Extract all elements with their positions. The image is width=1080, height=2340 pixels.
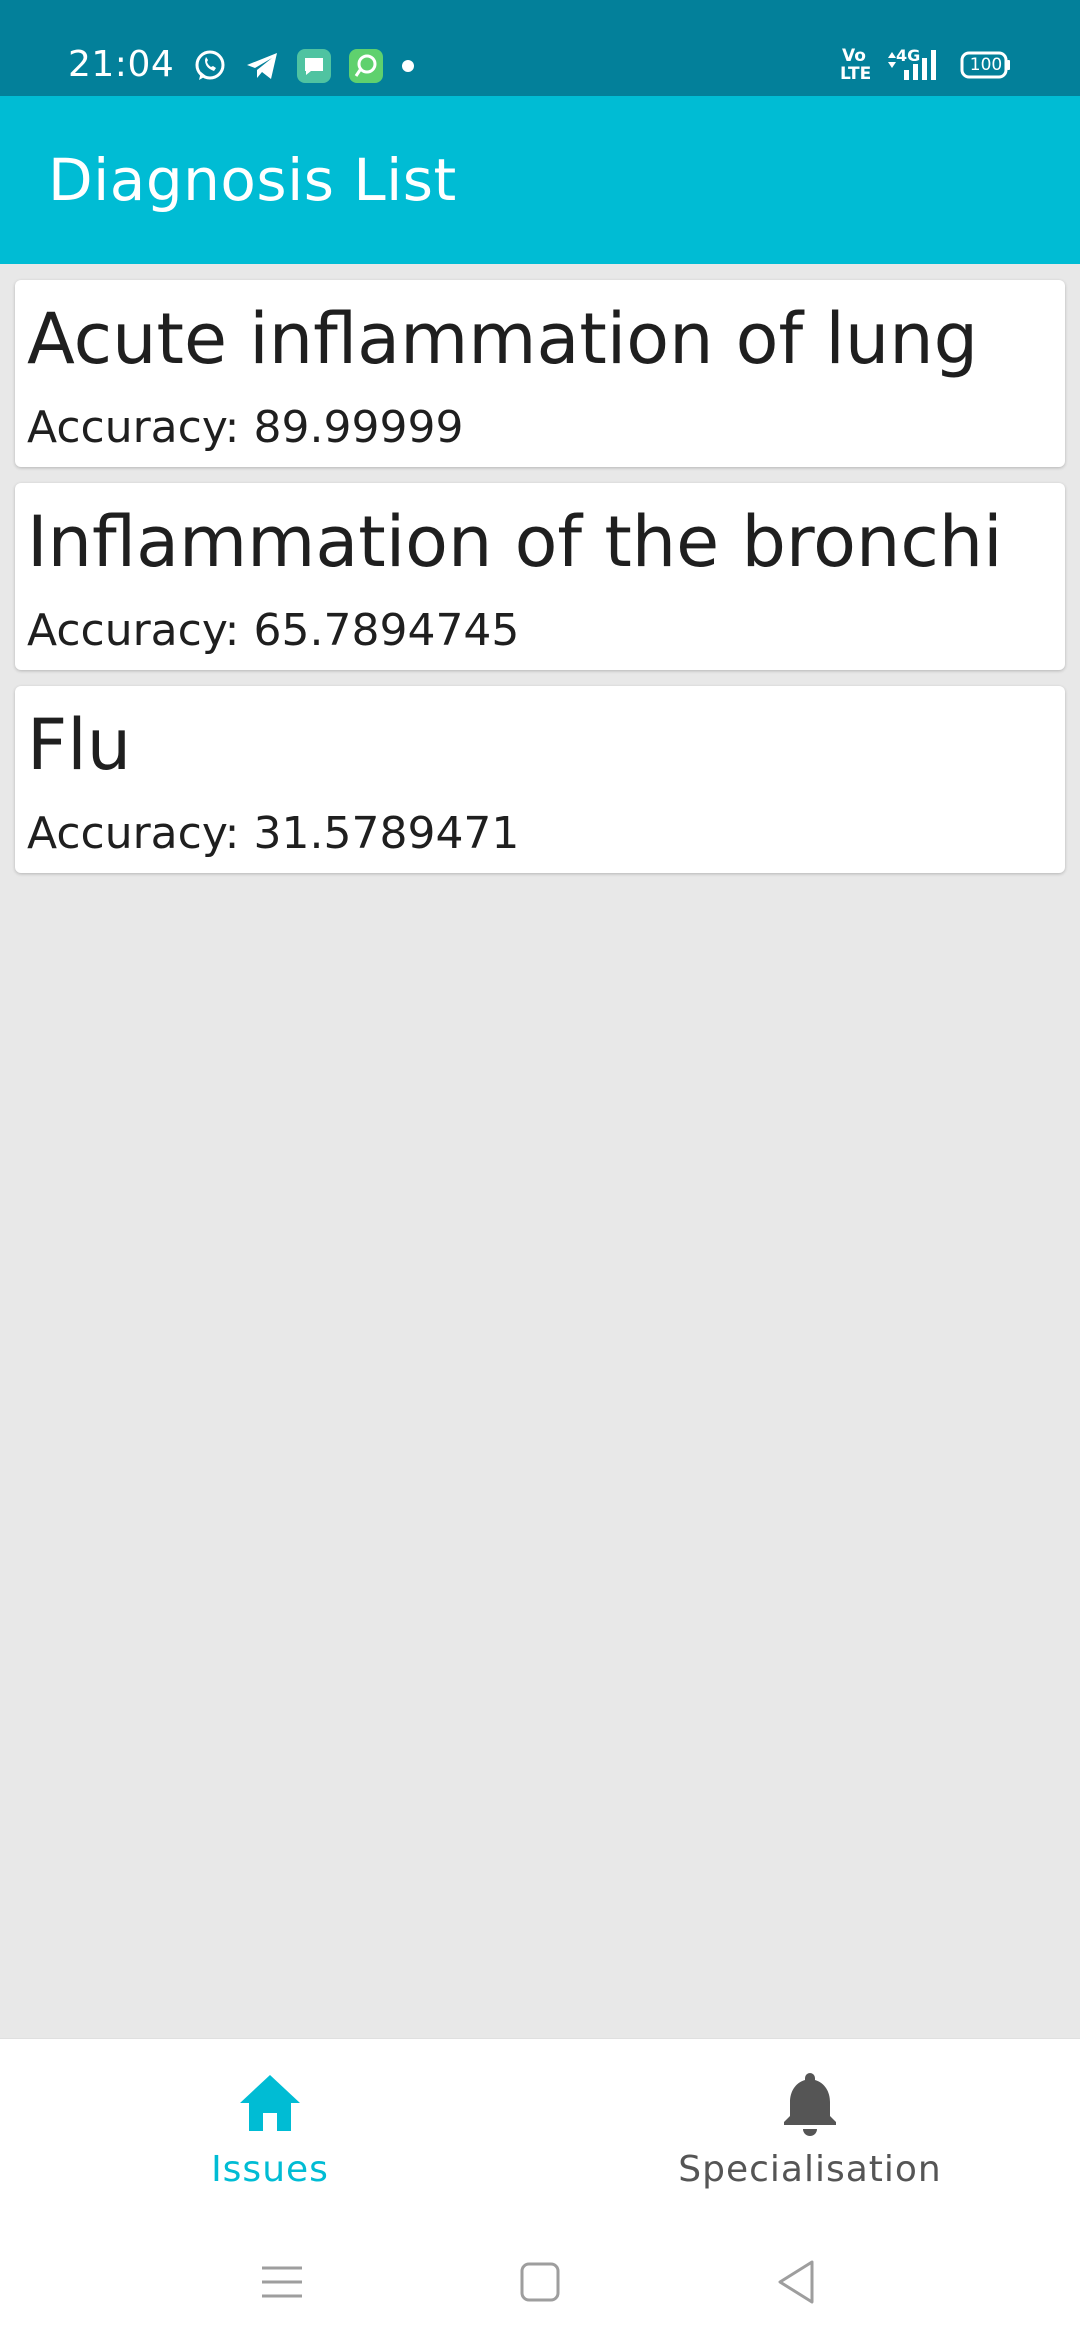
home-square-icon[interactable] [512, 2254, 568, 2310]
message-icon [297, 49, 331, 83]
whatsapp-icon [195, 50, 225, 80]
menu-icon[interactable] [254, 2254, 310, 2310]
bottom-nav: Issues Specialisation [0, 2038, 1080, 2225]
diagnosis-accuracy: Accuracy: 89.99999 [27, 402, 464, 453]
diagnosis-accuracy: Accuracy: 31.5789471 [27, 808, 520, 859]
diagnosis-card[interactable]: Flu Accuracy: 31.5789471 [15, 686, 1065, 873]
diagnosis-name: Acute inflammation of lung [27, 298, 979, 380]
nav-label-issues: Issues [211, 2149, 329, 2190]
diagnosis-accuracy: Accuracy: 65.7894745 [27, 605, 520, 656]
nav-label-specialisation: Specialisation [678, 2149, 942, 2190]
battery-level: 100 [969, 55, 1003, 75]
volte-top-label: Vo [842, 46, 866, 66]
more-dot-icon [402, 60, 414, 72]
volte-bottom-label: LTE [840, 64, 872, 84]
diagnosis-name: Inflammation of the bronchi [27, 501, 1003, 583]
system-nav-bar [0, 2224, 1080, 2340]
bell-icon [784, 2073, 836, 2136]
telegram-icon [247, 53, 277, 79]
page-title: Diagnosis List [48, 146, 457, 214]
nav-item-specialisation[interactable]: Specialisation [540, 2039, 1080, 2225]
app-bar: Diagnosis List [0, 96, 1080, 264]
diagnosis-card[interactable]: Acute inflammation of lung Accuracy: 89.… [15, 280, 1065, 467]
home-icon [240, 2075, 300, 2131]
signal-icon [888, 50, 936, 80]
back-icon[interactable] [768, 2254, 824, 2310]
diagnosis-name: Flu [27, 704, 132, 786]
screen: 21:04 Vo LTE 4G 100 Diagnosis List Acute… [0, 0, 1080, 2340]
status-bar: 21:04 Vo LTE 4G 100 [0, 0, 1080, 96]
nav-item-issues[interactable]: Issues [0, 2039, 540, 2225]
diagnosis-list: Acute inflammation of lung Accuracy: 89.… [15, 280, 1065, 889]
app-notification-icon [349, 49, 383, 83]
status-time: 21:04 [68, 44, 175, 85]
diagnosis-card[interactable]: Inflammation of the bronchi Accuracy: 65… [15, 483, 1065, 670]
